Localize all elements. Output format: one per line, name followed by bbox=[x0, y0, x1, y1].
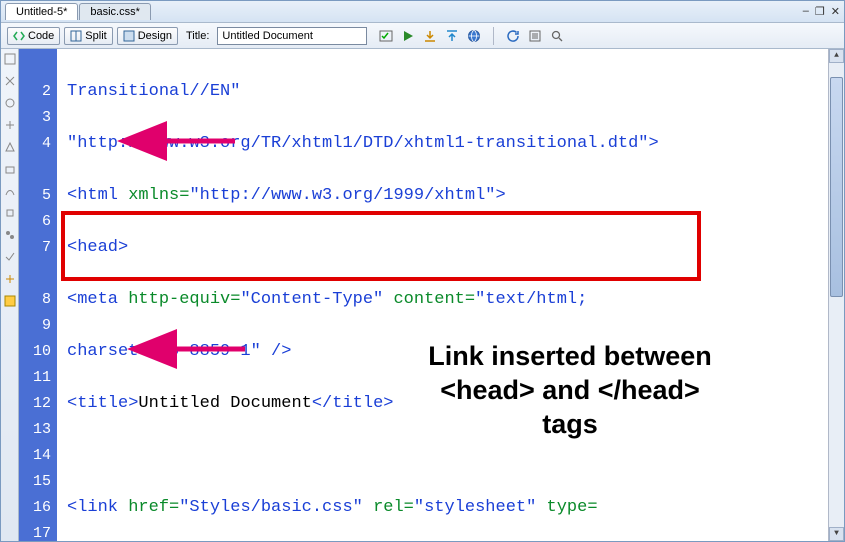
titlebar: Untitled-5* basic.css* – ❐ ✕ bbox=[1, 1, 844, 23]
tab-basic-css[interactable]: basic.css* bbox=[79, 3, 151, 20]
app-window: Untitled-5* basic.css* – ❐ ✕ Code Split … bbox=[0, 0, 845, 542]
design-view-button[interactable]: Design bbox=[117, 27, 178, 45]
split-view-button[interactable]: Split bbox=[64, 27, 112, 45]
search-icon[interactable] bbox=[550, 29, 564, 43]
scroll-thumb[interactable] bbox=[830, 77, 843, 297]
title-label: Title: bbox=[186, 30, 209, 42]
gutter-icon[interactable] bbox=[4, 229, 16, 241]
validate-icon[interactable] bbox=[379, 29, 393, 43]
gutter-icon[interactable] bbox=[4, 185, 16, 197]
left-icon-gutter bbox=[1, 49, 19, 541]
code-view-button[interactable]: Code bbox=[7, 27, 60, 45]
code-content[interactable]: Transitional//EN" "http://www.w3.org/TR/… bbox=[57, 49, 828, 541]
globe-icon[interactable] bbox=[467, 29, 481, 43]
window-controls: – ❐ ✕ bbox=[803, 5, 840, 18]
upload-icon[interactable] bbox=[445, 29, 459, 43]
gutter-icon[interactable] bbox=[4, 295, 16, 307]
title-input[interactable] bbox=[217, 27, 367, 45]
gutter-icon[interactable] bbox=[4, 75, 16, 87]
line-numbers: 234567891011121314151617 bbox=[19, 49, 57, 541]
code-editor[interactable]: 234567891011121314151617 Transitional//E… bbox=[19, 49, 844, 541]
gutter-icon[interactable] bbox=[4, 273, 16, 285]
gutter-icon[interactable] bbox=[4, 141, 16, 153]
restore-icon[interactable]: ❐ bbox=[815, 5, 825, 18]
gutter-icon[interactable] bbox=[4, 207, 16, 219]
toolbar: Code Split Design Title: bbox=[1, 23, 844, 49]
minimize-icon[interactable]: – bbox=[803, 5, 809, 18]
scroll-up-icon[interactable]: ▲ bbox=[829, 49, 844, 63]
gutter-icon[interactable] bbox=[4, 97, 16, 109]
toolbar-icons bbox=[379, 27, 564, 45]
list-icon[interactable] bbox=[528, 29, 542, 43]
separator bbox=[493, 27, 494, 45]
close-icon[interactable]: ✕ bbox=[831, 5, 840, 18]
download-icon[interactable] bbox=[423, 29, 437, 43]
scroll-down-icon[interactable]: ▼ bbox=[829, 527, 844, 541]
gutter-icon[interactable] bbox=[4, 53, 16, 65]
gutter-icon[interactable] bbox=[4, 163, 16, 175]
refresh-icon[interactable] bbox=[506, 29, 520, 43]
tab-untitled[interactable]: Untitled-5* bbox=[5, 3, 78, 20]
gutter-icon[interactable] bbox=[4, 251, 16, 263]
main-area: 234567891011121314151617 Transitional//E… bbox=[1, 49, 844, 541]
play-icon[interactable] bbox=[401, 29, 415, 43]
vertical-scrollbar[interactable]: ▲ ▼ bbox=[828, 49, 844, 541]
gutter-icon[interactable] bbox=[4, 119, 16, 131]
